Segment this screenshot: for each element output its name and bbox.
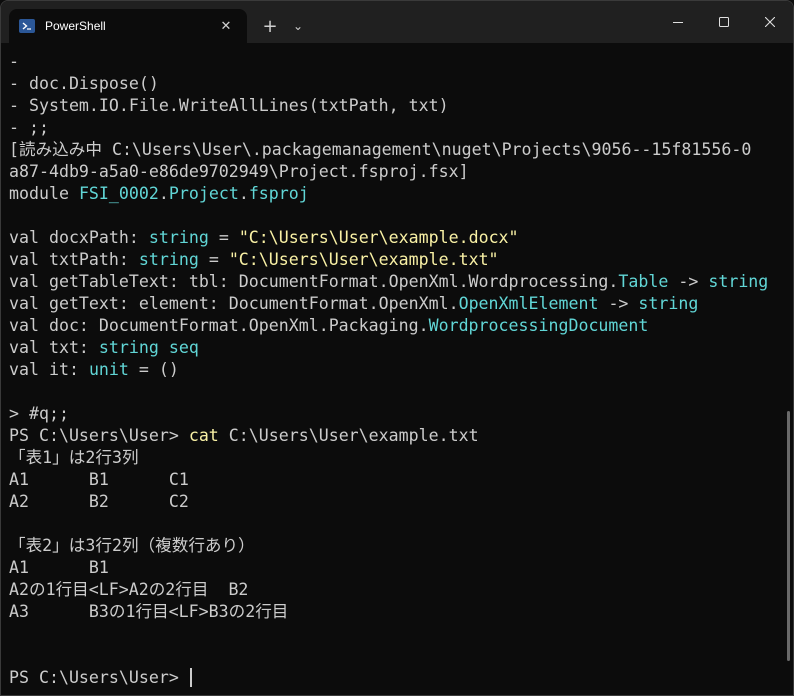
string-literal: "C:\Users\User\example.txt" <box>228 250 499 269</box>
binding-name: val getText: element: DocumentFormat.Ope… <box>9 294 459 313</box>
text-cursor <box>189 668 192 687</box>
output-line: val getTableText: tbl: DocumentFormat.Op… <box>9 271 793 293</box>
output-line: - ;; <box>9 118 49 137</box>
type-name: Table <box>618 272 669 291</box>
minimize-icon[interactable] <box>655 1 701 43</box>
prompt: PS C:\Users\User> <box>9 668 189 687</box>
type-name: unit <box>88 360 129 379</box>
type-name: string seq <box>98 338 199 357</box>
operator: -> <box>598 294 639 313</box>
operator: = () <box>128 360 179 379</box>
operator: = <box>208 228 239 247</box>
output-line: val docxPath: string = "C:\Users\User\ex… <box>9 227 793 249</box>
string-literal: "C:\Users\User\example.docx" <box>238 228 519 247</box>
output-line: A2 B2 C2 <box>9 492 189 511</box>
output-line: module FSI_0002.Project.fsproj <box>9 183 793 205</box>
type-name: OpenXmlElement <box>458 294 599 313</box>
binding-name: val it: <box>9 360 89 379</box>
close-tab-icon[interactable]: ✕ <box>215 15 237 37</box>
output-line: val doc: DocumentFormat.OpenXml.Packagin… <box>9 315 793 337</box>
scrollbar[interactable] <box>787 411 790 661</box>
output-line: 「表2」は3行2列（複数行あり） <box>9 536 255 555</box>
output-line: > #q;; <box>9 404 69 423</box>
output-line: a87-4db9-a5a0-e86de9702949\Project.fspro… <box>9 162 469 181</box>
output-line: A1 B1 <box>9 558 109 577</box>
type-name: string <box>148 228 209 247</box>
type-name: string <box>138 250 199 269</box>
separator: . <box>158 184 169 203</box>
operator: -> <box>668 272 709 291</box>
output-line: - <box>9 52 19 71</box>
terminal-window: PowerShell ✕ + ⌄ - - doc.Dispose() - Sys… <box>0 0 794 696</box>
binding-name: val doc: DocumentFormat.OpenXml.Packagin… <box>9 316 429 335</box>
maximize-icon[interactable] <box>701 1 747 43</box>
binding-name: val txtPath: <box>9 250 139 269</box>
powershell-icon <box>19 19 35 33</box>
tab-title: PowerShell <box>45 19 106 33</box>
close-icon[interactable] <box>747 1 793 43</box>
title-bar: PowerShell ✕ + ⌄ <box>1 1 793 43</box>
binding-name: val docxPath: <box>9 228 149 247</box>
operator: = <box>198 250 229 269</box>
command: cat <box>188 426 219 445</box>
output-line: A1 B1 C1 <box>9 470 189 489</box>
command-args: C:\Users\User\example.txt <box>218 426 479 445</box>
output-line: - System.IO.File.WriteAllLines(txtPath, … <box>9 96 449 115</box>
type-name: WordprocessingDocument <box>428 316 649 335</box>
output-line: - doc.Dispose() <box>9 74 159 93</box>
output-line: 「表1」は2行3列 <box>9 448 139 467</box>
window-controls <box>655 1 793 43</box>
separator: . <box>238 184 249 203</box>
output-line: A2の1行目<LF>A2の2行目 B2 <box>9 580 249 599</box>
type-name: string <box>708 272 769 291</box>
output-line: val getText: element: DocumentFormat.Ope… <box>9 293 793 315</box>
prompt-line: PS C:\Users\User> cat C:\Users\User\exam… <box>9 425 793 447</box>
output-line: A3 B3の1行目<LF>B3の2行目 <box>9 602 289 621</box>
prompt-line[interactable]: PS C:\Users\User> <box>9 667 793 689</box>
output-line: [読み込み中 C:\Users\User\.packagemanagement\… <box>9 140 752 159</box>
module-name: FSI_0002 <box>78 184 159 203</box>
output-line: val txt: string seq <box>9 337 793 359</box>
binding-name: val txt: <box>9 338 99 357</box>
module-name: fsproj <box>248 184 309 203</box>
tab-powershell[interactable]: PowerShell ✕ <box>9 9 247 43</box>
terminal-output[interactable]: - - doc.Dispose() - System.IO.File.Write… <box>1 43 793 695</box>
module-name: Project <box>168 184 239 203</box>
output-line: val it: unit = () <box>9 359 793 381</box>
keyword: module <box>9 184 79 203</box>
new-tab-button[interactable]: + <box>255 9 285 43</box>
output-line: val txtPath: string = "C:\Users\User\exa… <box>9 249 793 271</box>
chevron-down-icon[interactable]: ⌄ <box>285 9 311 43</box>
binding-name: val getTableText: tbl: DocumentFormat.Op… <box>9 272 619 291</box>
prompt: PS C:\Users\User> <box>9 426 189 445</box>
type-name: string <box>638 294 699 313</box>
